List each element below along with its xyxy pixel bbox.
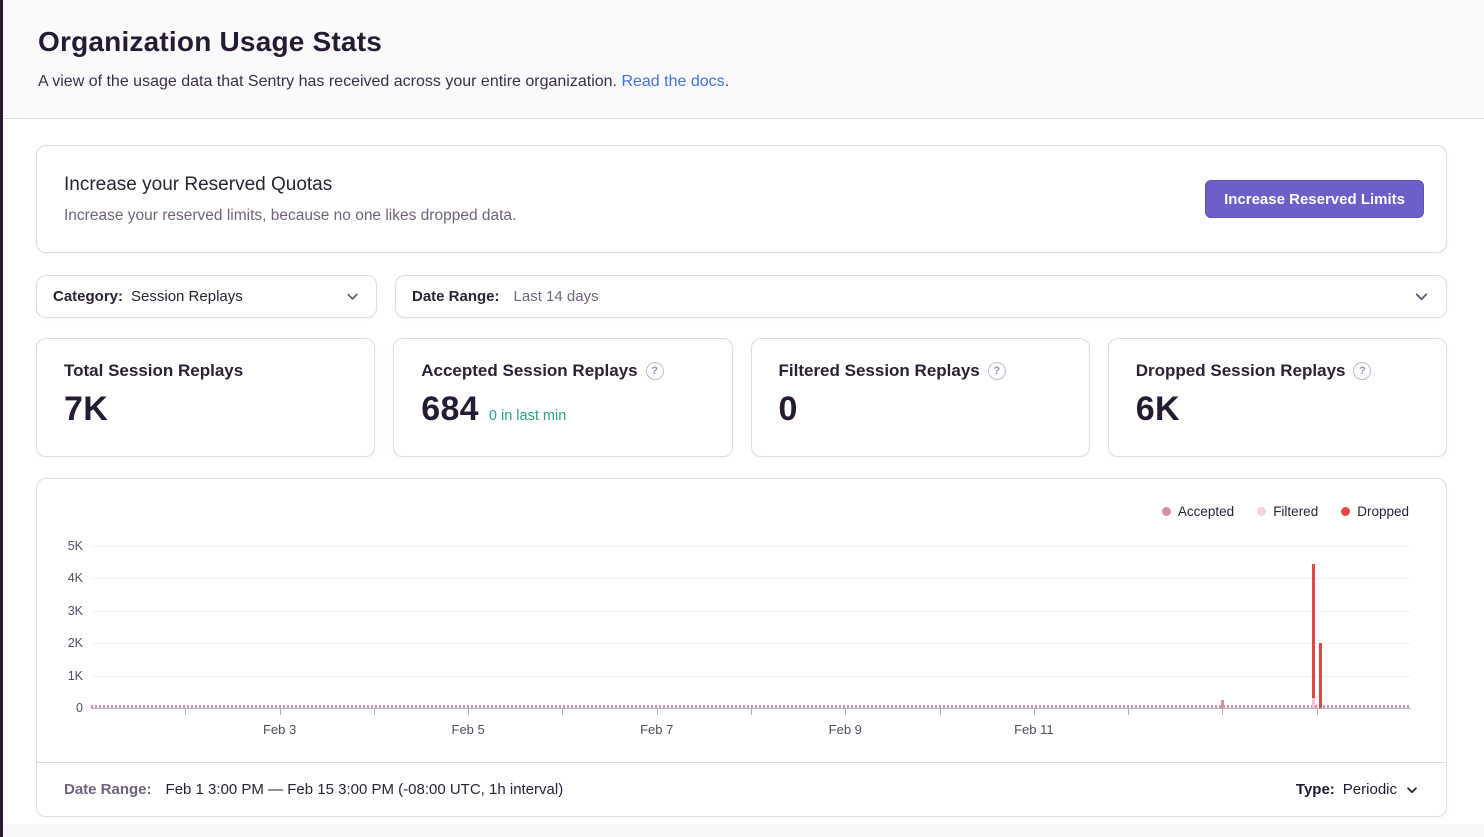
x-axis-tick bbox=[845, 709, 846, 715]
accepted-baseline-bars bbox=[91, 705, 1411, 708]
legend-label: Accepted bbox=[1178, 504, 1234, 519]
y-axis-label: 3K bbox=[41, 604, 83, 618]
gridline bbox=[91, 643, 1411, 644]
stat-card-value: 6K bbox=[1136, 390, 1180, 429]
x-axis-tick bbox=[1128, 709, 1129, 715]
page-title: Organization Usage Stats bbox=[38, 26, 1484, 58]
increase-quota-card: Increase your Reserved Quotas Increase y… bbox=[36, 145, 1447, 253]
bar-dropped[interactable] bbox=[1319, 643, 1322, 708]
y-axis-label: 1K bbox=[41, 669, 83, 683]
quota-card-description: Increase your reserved limits, because n… bbox=[64, 207, 516, 225]
bar-accepted-segment[interactable] bbox=[1312, 698, 1315, 708]
legend-item-accepted[interactable]: Accepted bbox=[1162, 504, 1234, 519]
page-header: Organization Usage Stats A view of the u… bbox=[3, 0, 1484, 119]
legend-item-dropped[interactable]: Dropped bbox=[1341, 504, 1409, 519]
gridline bbox=[91, 611, 1411, 612]
category-select-label: Category: bbox=[53, 288, 123, 305]
chart-type-select[interactable]: Type: Periodic bbox=[1296, 781, 1419, 798]
filters-row: Category: Session Replays Date Range: La… bbox=[36, 275, 1447, 318]
stat-card-title: Filtered Session Replays bbox=[779, 361, 980, 381]
stat-card-filtered: Filtered Session Replays ? 0 bbox=[751, 338, 1090, 457]
x-axis-label: Feb 9 bbox=[829, 722, 862, 737]
date-range-select-label: Date Range: bbox=[412, 288, 500, 305]
x-axis-tick bbox=[1034, 709, 1035, 715]
quota-card-text: Increase your Reserved Quotas Increase y… bbox=[64, 174, 516, 225]
usage-chart-card: Accepted Filtered Dropped Date Range: Feb … bbox=[36, 478, 1447, 817]
chart-legend: Accepted Filtered Dropped bbox=[1162, 504, 1409, 519]
stat-card-accepted: Accepted Session Replays ? 684 0 in last… bbox=[393, 338, 732, 457]
y-axis-label: 2K bbox=[41, 636, 83, 650]
date-range-select-value: Last 14 days bbox=[514, 288, 599, 305]
stat-card-dropped: Dropped Session Replays ? 6K bbox=[1108, 338, 1447, 457]
page-subtitle: A view of the usage data that Sentry has… bbox=[38, 73, 1484, 91]
gridline bbox=[91, 578, 1411, 579]
category-select-value: Session Replays bbox=[131, 288, 243, 305]
legend-dot-icon bbox=[1257, 507, 1266, 516]
sidebar-edge bbox=[0, 0, 3, 837]
chart-type-label: Type: bbox=[1296, 781, 1335, 798]
x-axis-tick bbox=[1222, 709, 1223, 715]
chart-footer: Date Range: Feb 1 3:00 PM — Feb 15 3:00 … bbox=[37, 762, 1446, 816]
stat-cards-row: Total Session Replays 7K Accepted Sessio… bbox=[36, 338, 1447, 457]
x-axis-tick bbox=[280, 709, 281, 715]
chevron-down-icon bbox=[345, 289, 360, 304]
read-the-docs-link[interactable]: Read the docs bbox=[621, 73, 724, 90]
x-axis-label: Feb 11 bbox=[1014, 722, 1054, 737]
footer-date-range-value: Feb 1 3:00 PM — Feb 15 3:00 PM (-08:00 U… bbox=[166, 781, 564, 798]
x-axis-label: Feb 5 bbox=[452, 722, 485, 737]
x-axis-label: Feb 7 bbox=[640, 722, 673, 737]
page-bottom-gutter bbox=[3, 824, 1484, 837]
quota-card-title: Increase your Reserved Quotas bbox=[64, 174, 516, 196]
gridline bbox=[91, 676, 1411, 677]
page-subtitle-period: . bbox=[725, 73, 729, 90]
x-axis-tick bbox=[468, 709, 469, 715]
x-axis-tick bbox=[751, 709, 752, 715]
stat-card-title: Dropped Session Replays bbox=[1136, 361, 1346, 381]
x-axis-tick bbox=[940, 709, 941, 715]
gridline bbox=[91, 546, 1411, 547]
legend-dot-icon bbox=[1341, 507, 1350, 516]
x-axis-tick bbox=[1317, 709, 1318, 715]
stat-card-trend: 0 in last min bbox=[489, 408, 566, 424]
category-select[interactable]: Category: Session Replays bbox=[36, 275, 377, 318]
legend-item-filtered[interactable]: Filtered bbox=[1257, 504, 1318, 519]
bar-dropped[interactable] bbox=[1312, 564, 1315, 698]
stat-card-value: 7K bbox=[64, 390, 108, 429]
stat-card-title: Accepted Session Replays bbox=[421, 361, 637, 381]
x-axis-label: Feb 3 bbox=[263, 722, 296, 737]
chart-type-value: Periodic bbox=[1343, 781, 1397, 798]
legend-label: Dropped bbox=[1357, 504, 1409, 519]
help-icon[interactable]: ? bbox=[646, 362, 664, 380]
chevron-down-icon bbox=[1405, 783, 1419, 797]
legend-label: Filtered bbox=[1273, 504, 1318, 519]
stat-card-total: Total Session Replays 7K bbox=[36, 338, 375, 457]
x-axis-tick bbox=[374, 709, 375, 715]
chart-footer-date-range: Date Range: Feb 1 3:00 PM — Feb 15 3:00 … bbox=[64, 781, 563, 798]
stat-card-title: Total Session Replays bbox=[64, 361, 243, 381]
x-axis-tick bbox=[657, 709, 658, 715]
y-axis-label: 5K bbox=[41, 539, 83, 553]
increase-reserved-limits-button[interactable]: Increase Reserved Limits bbox=[1205, 180, 1424, 218]
date-range-select[interactable]: Date Range: Last 14 days bbox=[395, 275, 1447, 318]
help-icon[interactable]: ? bbox=[1353, 362, 1371, 380]
help-icon[interactable]: ? bbox=[988, 362, 1006, 380]
x-axis-tick bbox=[562, 709, 563, 715]
stat-card-value: 684 bbox=[421, 390, 479, 429]
chevron-down-icon bbox=[1413, 288, 1430, 305]
y-axis-label: 4K bbox=[41, 571, 83, 585]
legend-dot-icon bbox=[1162, 507, 1171, 516]
page-subtitle-text: A view of the usage data that Sentry has… bbox=[38, 73, 621, 90]
y-axis-label: 0 bbox=[41, 701, 83, 715]
main-content: Increase your Reserved Quotas Increase y… bbox=[36, 120, 1447, 817]
footer-date-range-label: Date Range: bbox=[64, 781, 152, 798]
x-axis-tick bbox=[185, 709, 186, 715]
bar-accepted[interactable] bbox=[1221, 700, 1224, 708]
stat-card-value: 0 bbox=[779, 390, 798, 429]
